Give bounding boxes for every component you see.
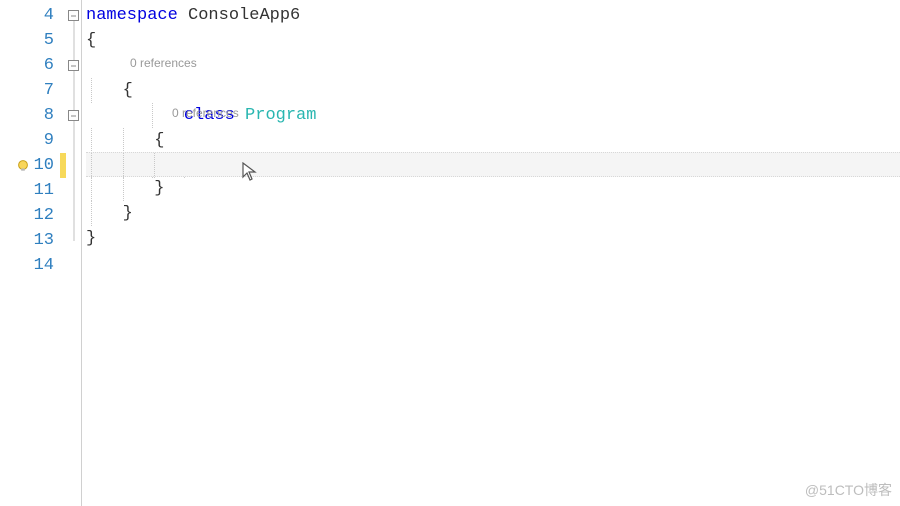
- code-line[interactable]: {: [86, 78, 900, 103]
- fold-toggle-icon[interactable]: [68, 110, 79, 121]
- lightbulb-icon[interactable]: [16, 159, 30, 173]
- line-number: 11: [0, 178, 54, 203]
- line-number: 7: [0, 78, 54, 103]
- code-line[interactable]: {: [86, 28, 900, 53]
- watermark-text: @51CTO博客: [805, 480, 892, 500]
- fold-toggle-icon[interactable]: [68, 60, 79, 71]
- code-editor[interactable]: 4 5 6 7 8 9 10 11 12 13 14: [0, 0, 900, 506]
- line-number: 6: [0, 53, 54, 78]
- outlining-margin[interactable]: [66, 0, 82, 506]
- code-area[interactable]: namespace ConsoleApp6 { 0 references cla…: [82, 0, 900, 506]
- code-line[interactable]: }: [86, 176, 900, 201]
- code-line[interactable]: {: [86, 128, 900, 153]
- namespace-name: ConsoleApp6: [188, 6, 300, 25]
- line-number-gutter: 4 5 6 7 8 9 10 11 12 13 14: [0, 0, 60, 506]
- line-number: 12: [0, 203, 54, 228]
- line-number: 5: [0, 28, 54, 53]
- code-line[interactable]: }: [86, 201, 900, 226]
- line-number: 14: [0, 253, 54, 278]
- code-line[interactable]: [86, 251, 900, 276]
- code-line[interactable]: 0 references static void Main(string[] a…: [86, 103, 900, 128]
- codelens-references[interactable]: 0 references: [172, 101, 239, 126]
- fold-toggle-icon[interactable]: [68, 10, 79, 21]
- line-number: 8: [0, 103, 54, 128]
- keyword: namespace: [86, 6, 178, 25]
- code-line[interactable]: 0 references class Program: [86, 53, 900, 78]
- code-line[interactable]: namespace ConsoleApp6: [86, 3, 900, 28]
- line-number: 10: [0, 153, 54, 178]
- code-line-current[interactable]: [86, 152, 900, 177]
- line-number: 4: [0, 3, 54, 28]
- codelens-references[interactable]: 0 references: [130, 51, 197, 76]
- code-line[interactable]: }: [86, 226, 900, 251]
- line-number: 13: [0, 228, 54, 253]
- line-number: 9: [0, 128, 54, 153]
